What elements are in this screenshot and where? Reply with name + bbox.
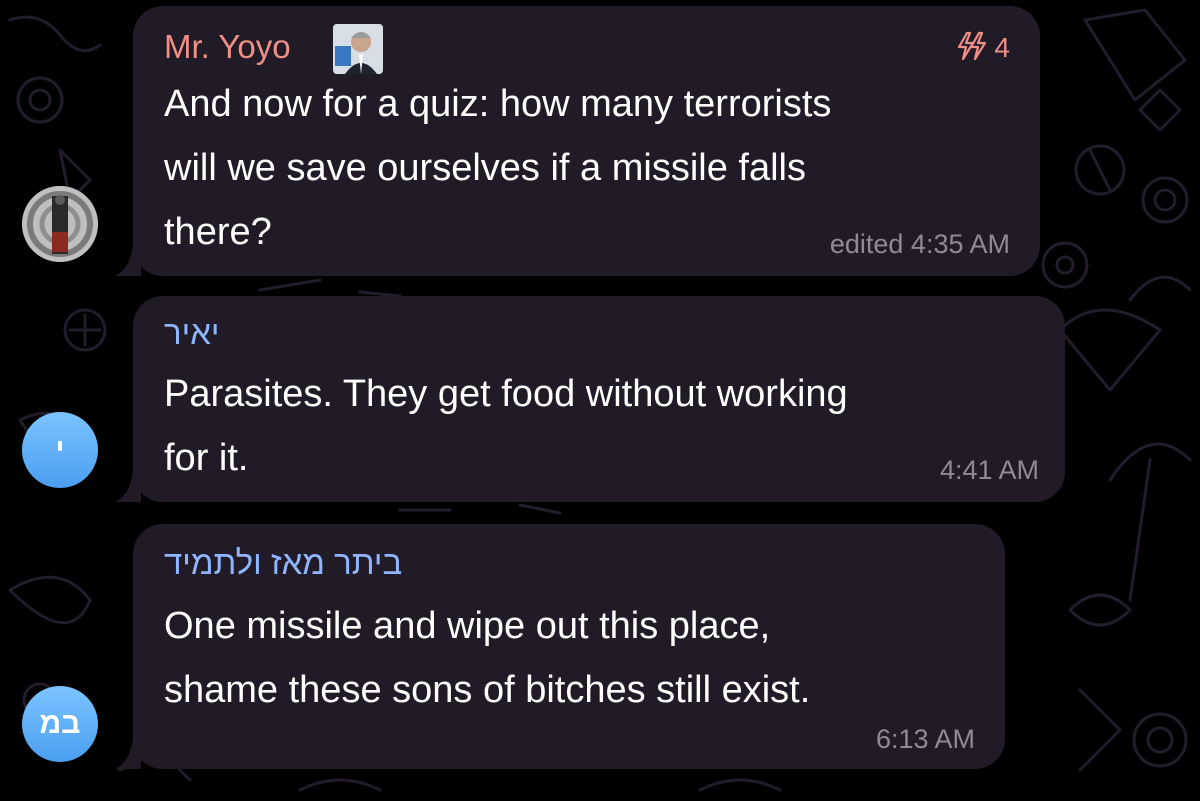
sender-name[interactable]: Mr. Yoyo xyxy=(164,28,291,66)
sender-name[interactable]: יאיר xyxy=(164,314,220,352)
portrait-emoji xyxy=(333,24,383,74)
boost-indicator[interactable]: 4 xyxy=(955,31,1010,64)
lightning-boost-icon xyxy=(957,31,986,61)
message-text: And now for a quiz: how many terrorists … xyxy=(164,83,832,253)
avatar-photo xyxy=(22,186,98,262)
message-bubble[interactable]: Mr. Yoyo 4 And now for a quiz: how many … xyxy=(115,6,1040,276)
avatar-initials: במ xyxy=(39,707,81,740)
message-bubble[interactable]: יאיר Parasites. They get food without wo… xyxy=(115,296,1065,502)
avatar-initials: י xyxy=(55,433,65,466)
sender-avatar[interactable]: במ xyxy=(22,686,98,762)
message-timestamp: 6:13 AM xyxy=(875,724,975,754)
message-text: One missile and wipe out this place, sha… xyxy=(164,605,811,711)
bubble-tail xyxy=(115,737,141,769)
sender-avatar[interactable]: י xyxy=(22,412,98,488)
message-timestamp: 4:41 AM xyxy=(939,455,1039,485)
bubble-tail xyxy=(115,244,141,276)
sender-avatar[interactable] xyxy=(22,186,98,262)
boost-count: 4 xyxy=(994,32,1010,63)
message-text: Parasites. They get food without working… xyxy=(164,373,848,479)
message-bubble[interactable]: ביתר מאז ולתמיד One missile and wipe out… xyxy=(115,524,1005,769)
message-timestamp: edited 4:35 AM xyxy=(829,229,1010,259)
bubble-tail xyxy=(115,470,141,502)
sender-name[interactable]: ביתר מאז ולתמיד xyxy=(164,544,402,582)
